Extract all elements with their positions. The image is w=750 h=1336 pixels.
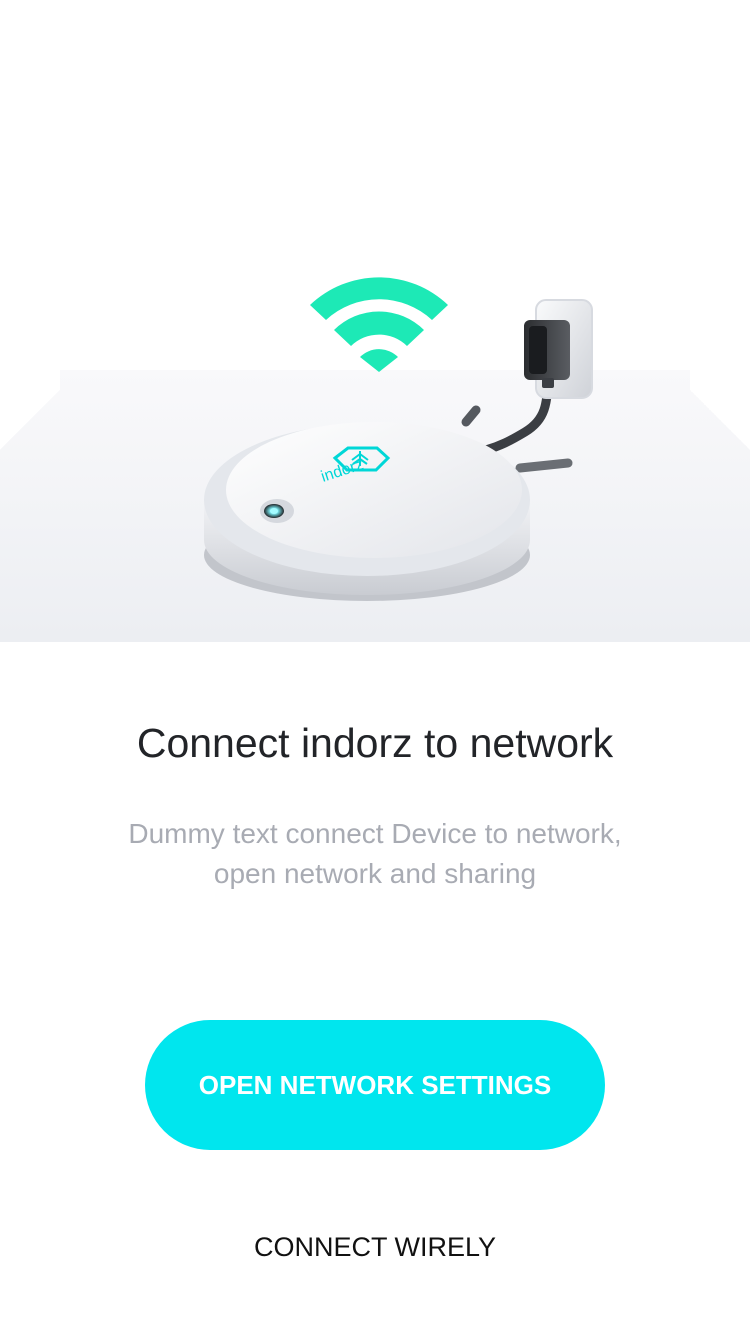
power-plug-icon xyxy=(524,299,593,399)
connect-wirely-button[interactable]: CONNECT WIRELY xyxy=(175,1222,575,1272)
wifi-icon xyxy=(310,277,448,372)
subtitle-line-2: open network and sharing xyxy=(213,858,537,889)
page-title: Connect indorz to network xyxy=(136,720,614,766)
device-illustration: indorz xyxy=(204,277,593,601)
robot-device: indorz xyxy=(204,422,530,601)
page-subtitle: Dummy text connect Device to network, op… xyxy=(95,814,655,894)
hero-illustration-area: indorz xyxy=(0,0,750,642)
open-network-settings-button[interactable]: OPEN NETWORK SETTINGS xyxy=(145,1020,605,1150)
subtitle-line-1: Dummy text connect Device to network, xyxy=(128,818,622,849)
